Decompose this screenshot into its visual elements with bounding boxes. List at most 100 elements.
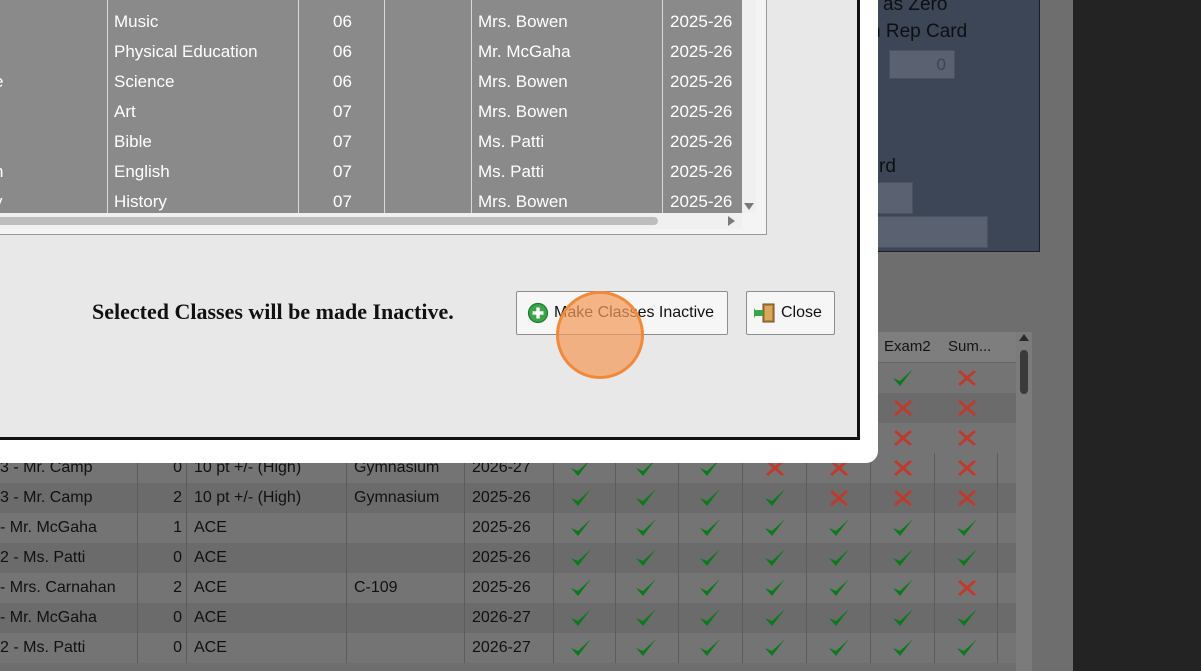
grid-column-divider — [553, 543, 554, 573]
grid-column-divider — [346, 513, 347, 543]
grid-column-divider — [742, 513, 743, 543]
grid-column-divider — [934, 543, 935, 573]
check-icon — [697, 516, 723, 540]
grid-column-divider — [997, 513, 998, 543]
grid-column-divider — [384, 0, 385, 213]
check-icon — [762, 516, 788, 540]
class-cell-teacher: Ms. Patti — [478, 132, 545, 151]
background-cell-year: 2026-27 — [472, 609, 531, 626]
class-cell-teacher: Mrs. Bowen — [478, 72, 568, 91]
exit-door-icon — [754, 302, 776, 324]
class-cell-year: 2025-26 — [670, 12, 733, 31]
grid-column-divider — [615, 603, 616, 633]
class-cell-year: 2025-26 — [670, 102, 733, 121]
grid-column-divider — [298, 0, 299, 213]
grid-column-divider — [870, 573, 871, 603]
class-row[interactable]: 06 Math 06 Mrs. Hillebrand 2025-26 — [0, 0, 756, 7]
check-icon — [890, 636, 916, 660]
background-zero-input[interactable]: 0 — [889, 50, 955, 79]
grid-column-divider — [464, 633, 465, 663]
background-table-row[interactable]: - Mr. McGaha 0 ACE 2026-27 — [0, 603, 1016, 633]
grid-column-divider — [678, 513, 679, 543]
horizontal-scroll-thumb[interactable] — [0, 217, 658, 225]
grid-column-divider — [186, 633, 187, 663]
class-row[interactable]: Physical Education 06 Mr. McGaha 2025-26 — [0, 37, 756, 67]
class-row[interactable]: y History 07 Mrs. Bowen 2025-26 — [0, 187, 756, 213]
grid-horizontal-scrollbar[interactable] — [0, 213, 742, 229]
x-icon — [954, 456, 980, 480]
grid-column-divider — [934, 603, 935, 633]
check-icon — [762, 546, 788, 570]
background-table-row[interactable]: - Mrs. Carnahan 2 ACE C-109 2025-26 — [0, 573, 1016, 603]
grid-column-divider — [870, 513, 871, 543]
grid-column-divider — [346, 483, 347, 513]
grid-column-divider — [678, 543, 679, 573]
background-table-row[interactable]: 2 - Ms. Patti 0 ACE 2026-27 — [0, 633, 1016, 663]
class-cell-year: 2025-26 — [670, 0, 732, 7]
grid-column-divider — [615, 543, 616, 573]
grid-column-divider — [997, 573, 998, 603]
scroll-thumb[interactable] — [1020, 350, 1028, 394]
class-cell-grade: 07 — [333, 192, 352, 211]
class-cell-left: e — [0, 67, 3, 97]
class-cell-year: 2025-26 — [670, 192, 733, 211]
x-icon — [954, 426, 980, 450]
grid-column-divider — [137, 513, 138, 543]
background-table-row[interactable]: - Mr. McGaha 1 ACE 2025-26 — [0, 513, 1016, 543]
grid-column-divider — [678, 573, 679, 603]
make-classes-inactive-button[interactable]: Make Classes Inactive — [516, 291, 728, 335]
grid-column-divider — [742, 603, 743, 633]
check-icon — [890, 516, 916, 540]
background-cell-year: 2025-26 — [472, 549, 531, 566]
grid-column-divider — [934, 573, 935, 603]
background-cell-year: 2025-26 — [472, 579, 531, 596]
class-cell-year: 2025-26 — [670, 42, 733, 61]
grid-column-divider — [870, 603, 871, 633]
class-row[interactable]: Bible 07 Ms. Patti 2025-26 — [0, 127, 756, 157]
scroll-down-icon[interactable] — [744, 203, 754, 210]
class-cell-left: y — [0, 187, 3, 213]
background-label-rd: rd — [879, 156, 896, 177]
background-cell-teacher: - Mr. McGaha — [0, 519, 97, 536]
background-right-panel — [1073, 0, 1201, 671]
class-cell-teacher: Mrs. Bowen — [478, 102, 568, 121]
x-icon — [890, 486, 916, 510]
close-button[interactable]: Close — [746, 291, 835, 335]
class-cell-subject: History — [114, 192, 167, 211]
check-icon — [890, 546, 916, 570]
header-summary[interactable]: Sum... — [948, 338, 991, 355]
check-icon — [826, 606, 852, 630]
header-exam2[interactable]: Exam2 — [884, 338, 931, 355]
check-icon — [890, 366, 916, 390]
background-grid-scrollbar[interactable] — [1016, 332, 1032, 671]
scroll-up-icon[interactable] — [1019, 334, 1029, 341]
grid-column-divider — [137, 573, 138, 603]
class-row[interactable]: e Science 06 Mrs. Bowen 2025-26 — [0, 67, 756, 97]
grid-column-divider — [615, 573, 616, 603]
class-cell-grade: 06 — [333, 12, 352, 31]
x-icon — [954, 486, 980, 510]
grid-column-divider — [346, 633, 347, 663]
check-icon — [633, 576, 659, 600]
check-icon — [568, 576, 594, 600]
background-settings-panel: as Zero n Rep Card 0 rd — [859, 0, 1040, 252]
background-cell-room — [354, 513, 462, 543]
check-icon — [762, 576, 788, 600]
background-cell-scale: ACE — [194, 549, 227, 566]
background-table-row[interactable]: 3 - Mr. Camp 2 10 pt +/- (High) Gymnasium 20… — [0, 483, 1016, 513]
grid-column-divider — [186, 543, 187, 573]
background-table-row[interactable]: 2 - Ms. Patti 0 ACE 2025-26 — [0, 543, 1016, 573]
check-icon — [697, 546, 723, 570]
scroll-right-icon[interactable] — [728, 216, 735, 226]
class-cell-year: 2025-26 — [670, 132, 733, 151]
check-icon — [633, 516, 659, 540]
class-row[interactable]: Music 06 Mrs. Bowen 2025-26 — [0, 7, 756, 37]
grid-vertical-scrollbar[interactable] — [742, 0, 756, 213]
grid-column-divider — [471, 0, 472, 213]
background-input-2[interactable] — [859, 216, 988, 248]
class-row[interactable]: h English 07 Ms. Patti 2025-26 — [0, 157, 756, 187]
class-row[interactable]: Art 07 Mrs. Bowen 2025-26 — [0, 97, 756, 127]
check-icon — [568, 486, 594, 510]
class-cell-subject: English — [114, 162, 170, 181]
grid-column-divider — [806, 513, 807, 543]
